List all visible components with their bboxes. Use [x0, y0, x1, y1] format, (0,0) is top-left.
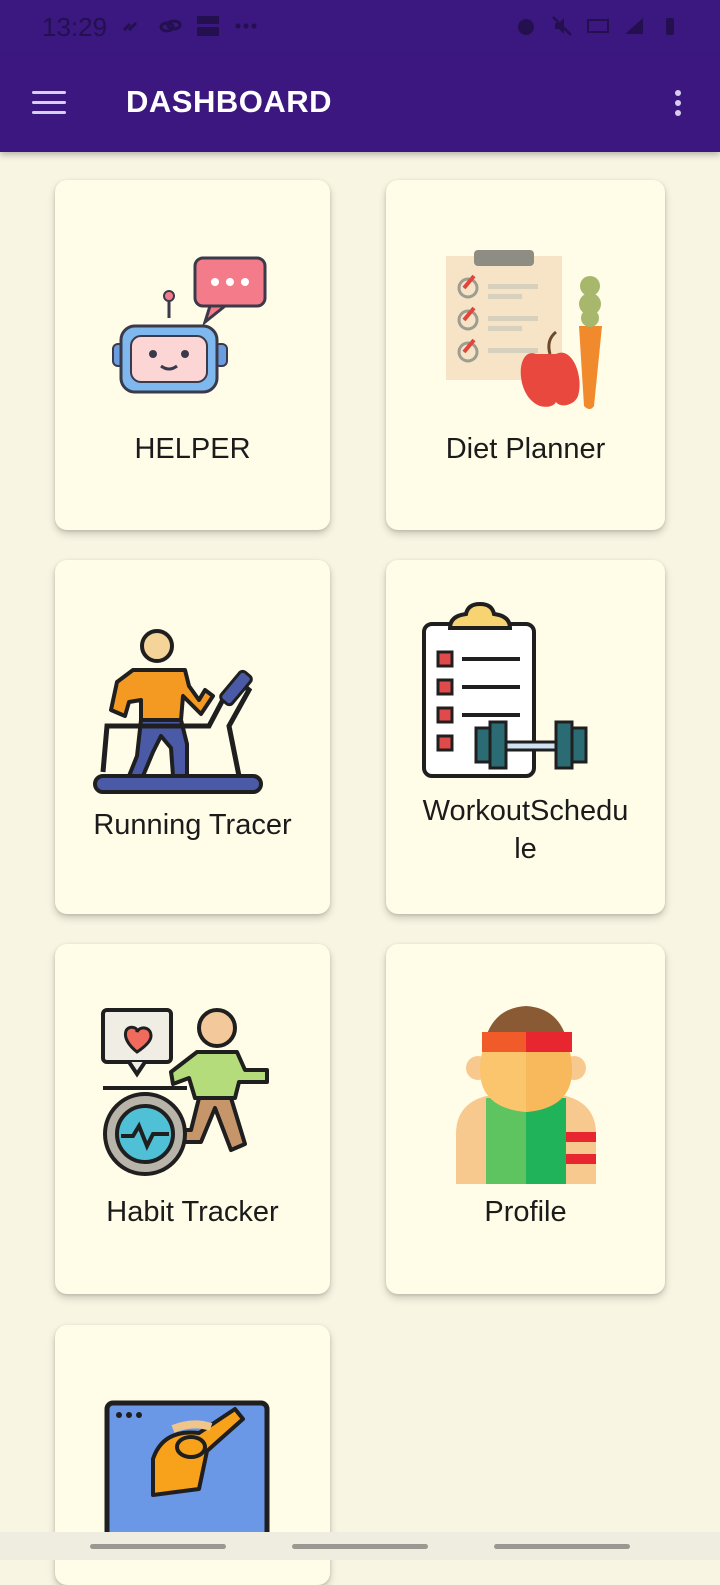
treadmill-runner-icon — [93, 629, 263, 794]
stretching-screen-icon — [104, 1400, 270, 1539]
app-bar: DASHBOARD — [0, 56, 720, 152]
diet-plan-icon — [446, 250, 602, 409]
card-label: HELPER — [134, 433, 251, 465]
more-vert-icon[interactable] — [658, 84, 698, 124]
mute-icon — [552, 16, 572, 36]
link-icon — [122, 21, 138, 32]
signal-icon — [625, 18, 643, 34]
card-habit-tracker[interactable]: Habit Tracker — [55, 944, 330, 1294]
card-running-tracer[interactable]: Running Tracer — [55, 560, 330, 914]
volte-icon — [587, 19, 609, 33]
nav-home-button[interactable] — [292, 1544, 428, 1549]
card-label: Diet Planner — [445, 433, 606, 465]
status-time: 13:29 — [42, 12, 108, 42]
link-icon — [159, 19, 182, 33]
media-icon — [197, 16, 219, 36]
page-title: DASHBOARD — [126, 84, 332, 119]
nav-recent-apps-button[interactable] — [90, 1544, 226, 1549]
more-icon — [235, 23, 257, 29]
card-helper[interactable]: HELPER — [55, 180, 330, 530]
hamburger-menu-icon[interactable] — [26, 84, 72, 124]
card-profile[interactable]: Profile — [386, 944, 665, 1294]
card-label: Running Tracer — [93, 809, 292, 841]
workout-clipboard-icon — [422, 602, 588, 778]
card-label: Habit Tracker — [106, 1196, 279, 1228]
athlete-profile-icon — [456, 1006, 596, 1184]
navigation-bar — [0, 1532, 720, 1560]
robot-chat-icon — [112, 256, 267, 394]
card-label: WorkoutSchedu le — [422, 795, 629, 865]
habit-runner-icon — [101, 1008, 269, 1176]
card-label: Profile — [484, 1196, 567, 1228]
card-diet-planner[interactable]: Diet Planner — [386, 180, 665, 530]
status-bar: 13:29 — [0, 0, 720, 56]
nav-back-button[interactable] — [494, 1544, 630, 1549]
battery-icon — [666, 18, 674, 35]
alarm-icon — [518, 19, 534, 35]
card-workout-schedule[interactable]: WorkoutSchedu le — [386, 560, 665, 914]
